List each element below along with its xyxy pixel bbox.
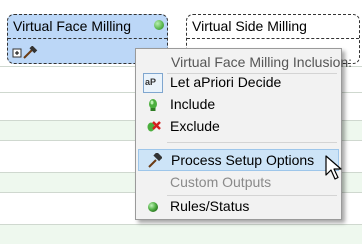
menu-item-let-apriori-decide[interactable]: aP Let aPriori Decide — [138, 72, 339, 94]
menu-item-label: Exclude — [170, 118, 220, 134]
card-divider — [8, 38, 167, 39]
operation-title: Virtual Side Milling — [192, 18, 307, 34]
apriori-icon: aP — [143, 73, 163, 93]
card-tool-icons[interactable] — [12, 45, 42, 63]
status-dot-icon[interactable] — [154, 20, 164, 30]
card-divider — [187, 38, 359, 39]
red-x-icon — [145, 119, 161, 135]
row-divider — [0, 224, 362, 225]
menu-item-process-setup-options[interactable]: Process Setup Options — [138, 149, 339, 171]
menu-item-label: Include — [170, 96, 216, 112]
menu-item-label: Custom Outputs — [170, 174, 272, 190]
menu-item-label: Rules/Status — [170, 198, 250, 214]
expand-hammer-icon — [12, 45, 38, 59]
table-row-band — [0, 225, 362, 244]
menu-header: Virtual Face Milling Inclusion: — [171, 54, 353, 70]
menu-separator — [167, 142, 337, 143]
menu-item-label: Let aPriori Decide — [170, 74, 282, 90]
hammer-icon — [146, 151, 163, 169]
context-menu: Virtual Face Milling Inclusion: aP Let a… — [135, 48, 352, 220]
menu-item-rules-status[interactable]: Rules/Status — [138, 196, 339, 218]
menu-item-include[interactable]: Include — [138, 94, 339, 116]
green-dot-icon — [145, 199, 161, 215]
menu-item-exclude[interactable]: Exclude — [138, 116, 339, 138]
green-bulb-icon — [145, 97, 161, 113]
mouse-cursor-icon — [325, 155, 342, 180]
menu-item-custom-outputs: Custom Outputs — [138, 172, 339, 194]
menu-item-label: Process Setup Options — [171, 152, 315, 168]
operation-title: Virtual Face Milling — [13, 18, 132, 34]
